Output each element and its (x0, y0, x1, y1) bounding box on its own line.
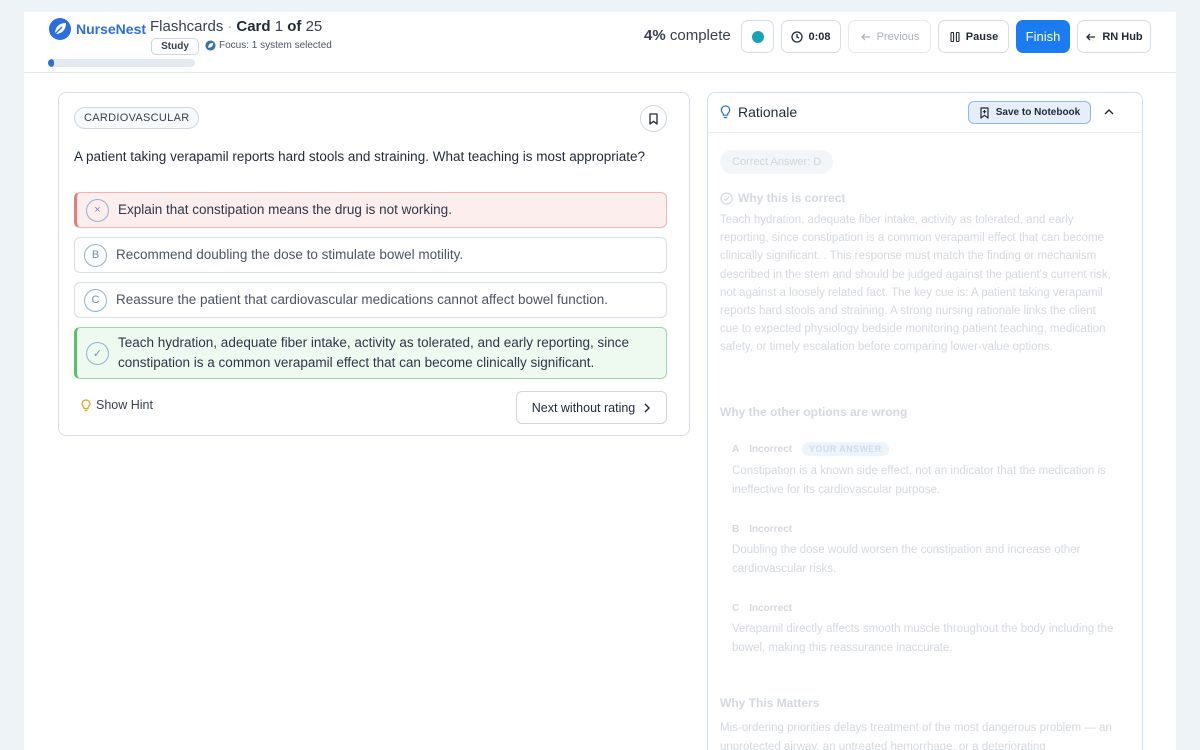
save-to-notebook-button[interactable]: Save to Notebook (968, 101, 1091, 124)
wrong-option-explanation: B Incorrect Doubling the dose would wors… (732, 524, 1117, 578)
why-correct-heading: Why this is correct (720, 191, 845, 205)
card-current: 1 (274, 18, 284, 35)
option-explanation-text: Doubling the dose would worsen the const… (732, 544, 1081, 575)
chevron-up-icon[interactable] (1102, 105, 1116, 119)
option-text: Reassure the patient that cardiovascular… (116, 292, 609, 307)
option-explanation-text: Verapamil directly affects smooth muscle… (732, 623, 1114, 654)
correct-answer-badge: Correct Answer: D (720, 150, 834, 174)
next-label: Next without rating (531, 400, 636, 415)
hint-label: Show Hint (96, 398, 153, 412)
category-badge: CARDIOVASCULAR (74, 107, 200, 129)
wrong-option-explanation: C Incorrect Verapamil directly affects s… (732, 603, 1117, 657)
option-letter: B (84, 243, 107, 267)
incorrect-x-icon: × (86, 198, 109, 222)
percent-suffix: complete (669, 27, 731, 44)
lightbulb-icon (81, 398, 91, 411)
lightbulb-icon (720, 105, 731, 119)
why-correct-paragraph: Teach hydration, adequate fiber intake, … (720, 214, 1111, 354)
chevron-right-icon (644, 403, 651, 412)
rationale-panel: Rationale Save to Notebook Correct Answe… (707, 92, 1143, 750)
percent-complete: 4% complete (644, 27, 731, 44)
rn-hub-label: RN Hub (1102, 30, 1143, 43)
focus-info: Focus: 1 system selected (205, 40, 332, 51)
leaf-icon (205, 40, 216, 51)
header: NurseNest Flashcards · Card 1 of 25 Study … (24, 12, 1176, 73)
section-title: Flashcards (150, 18, 224, 35)
finish-button[interactable]: Finish (1016, 20, 1070, 53)
option-status: Incorrect (749, 524, 793, 535)
your-answer-badge: YOUR ANSWER (802, 442, 889, 456)
save-label: Save to Notebook (995, 107, 1081, 118)
option-status: Incorrect (749, 603, 793, 614)
question-text: A patient taking verapamil reports hard … (74, 149, 646, 164)
pause-icon (950, 31, 960, 42)
question-card: CARDIOVASCULAR A patient taking verapami… (58, 92, 690, 436)
status-indicator-button[interactable] (741, 20, 774, 53)
card-label: Card (236, 18, 271, 35)
check-circle-icon (720, 191, 733, 205)
why-wrong-heading: Why the other options are wrong (720, 405, 908, 419)
progress-fill (48, 59, 54, 67)
rn-hub-button[interactable]: RN Hub (1077, 20, 1151, 53)
brand[interactable]: NurseNest (48, 17, 146, 41)
answer-option-c[interactable]: C Reassure the patient that cardiovascul… (74, 282, 667, 318)
option-tag: C Incorrect (732, 603, 1117, 614)
bookmark-button[interactable] (640, 105, 667, 132)
answer-option-d[interactable]: ✓ Teach hydration, adequate fiber intake… (74, 327, 667, 379)
bookmark-plus-icon (980, 106, 989, 119)
option-explanation-text: Constipation is a known side effect, not… (732, 465, 1106, 496)
timer-value: 0:08 (808, 30, 831, 43)
previous-button[interactable]: Previous (848, 20, 931, 53)
clock-icon (791, 30, 804, 43)
progress-bar (48, 59, 195, 67)
arrow-left-icon (1086, 33, 1096, 40)
option-tag: A Incorrect YOUR ANSWER (732, 442, 1117, 456)
wrong-option-explanation: A Incorrect YOUR ANSWER Constipation is … (732, 442, 1117, 499)
arrow-left-icon (860, 33, 870, 40)
option-status: Incorrect (749, 443, 793, 455)
pause-label: Pause (965, 30, 999, 43)
answer-option-a[interactable]: × Explain that constipation means the dr… (74, 192, 667, 228)
status-dot-icon (751, 30, 764, 43)
option-text: Explain that constipation means the drug… (118, 202, 452, 217)
breadcrumb: Flashcards · Card 1 of 25 (150, 18, 322, 35)
card-total: 25 (305, 18, 323, 35)
option-letter: C (84, 288, 107, 312)
correct-check-icon: ✓ (86, 342, 109, 365)
app-window: NurseNest Flashcards · Card 1 of 25 Study … (24, 12, 1176, 750)
option-letter: A (732, 443, 740, 455)
pause-button[interactable]: Pause (938, 20, 1009, 53)
timer-button[interactable]: 0:08 (781, 20, 841, 53)
card-of: of (287, 18, 302, 35)
leaf-logo-icon (49, 18, 71, 40)
bookmark-icon (649, 112, 658, 125)
option-letter: B (732, 524, 740, 535)
show-hint-button[interactable]: Show Hint (81, 398, 153, 412)
previous-label: Previous (876, 30, 920, 43)
option-text: Teach hydration, adequate fiber intake, … (118, 335, 630, 370)
rationale-header: Rationale Save to Notebook (708, 93, 1142, 133)
answer-option-b[interactable]: B Recommend doubling the dose to stimula… (74, 237, 667, 273)
rationale-title-text: Rationale (738, 104, 798, 120)
why-matters-heading: Why This Matters (720, 696, 820, 710)
rationale-title: Rationale (720, 104, 797, 120)
brand-name: NurseNest (76, 21, 147, 37)
option-tag: B Incorrect (732, 524, 1117, 535)
breadcrumb-separator: · (227, 18, 233, 35)
study-mode-badge: Study (151, 38, 199, 55)
focus-text: Focus: 1 system selected (219, 40, 332, 51)
next-without-rating-button[interactable]: Next without rating (516, 391, 667, 424)
why-matters-text: Mis-ordering priorities delays treatment… (720, 722, 1112, 750)
why-correct-text: Why this is correct (738, 191, 846, 205)
option-letter: C (732, 603, 740, 614)
option-text: Recommend doubling the dose to stimulate… (116, 247, 464, 262)
percent-value: 4% (644, 27, 666, 44)
